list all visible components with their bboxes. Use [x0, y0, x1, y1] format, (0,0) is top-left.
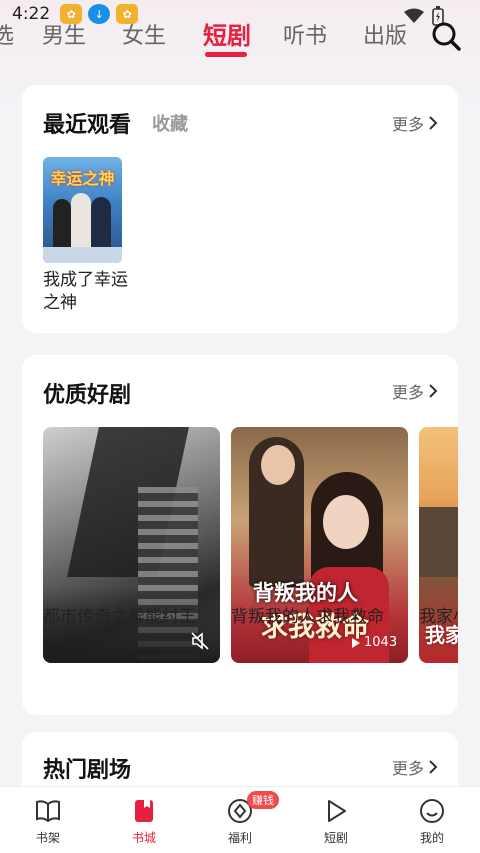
tab-published[interactable]: 出版	[363, 18, 407, 50]
drama-poster-3[interactable]: 我家	[419, 427, 458, 663]
mute-icon[interactable]	[191, 632, 209, 650]
chevron-right-icon	[429, 116, 438, 130]
play-icon	[352, 637, 360, 648]
more-label: 更多	[391, 115, 424, 134]
drama-poster-1[interactable]	[43, 427, 220, 663]
play-icon	[328, 800, 346, 822]
recent-drama-title[interactable]: 我成了幸运之神	[43, 269, 133, 315]
tab-female[interactable]: 女生	[122, 18, 166, 50]
more-label: 更多	[391, 383, 424, 402]
nav-bookshelf[interactable]: 书架	[18, 797, 78, 846]
hot-more-link[interactable]: 更多	[392, 755, 438, 779]
cover-title-art: 幸运之神	[50, 169, 115, 188]
quality-dramas-card: 优质好剧 更多 都市传奇之异能纣王 背叛我的人 求我救命 1043 背叛我的人求…	[22, 355, 458, 715]
tab-audiobook[interactable]: 听书	[283, 18, 327, 50]
bookstore-icon	[135, 800, 153, 822]
nav-label: 我的	[419, 831, 444, 845]
earn-money-badge: 赚钱	[247, 791, 279, 809]
tab-featured[interactable]: 选	[0, 18, 14, 50]
drama-title-2[interactable]: 背叛我的人求我救命	[231, 602, 384, 627]
drama-title-3[interactable]: 我家小	[419, 602, 458, 627]
nav-label: 福利	[227, 831, 252, 845]
nav-label: 书架	[35, 831, 60, 845]
active-tab-indicator	[205, 52, 247, 57]
play-count-value: 1043	[364, 635, 398, 650]
chevron-right-icon	[429, 384, 438, 398]
nav-short-drama[interactable]: 短剧	[306, 797, 366, 846]
nav-label: 书城	[131, 831, 156, 845]
recent-title: 最近观看	[43, 113, 132, 138]
recent-more-link[interactable]: 更多	[392, 111, 438, 135]
favorites-tab[interactable]: 收藏	[152, 110, 188, 136]
hot-title: 热门剧场	[43, 758, 132, 783]
tab-short-drama[interactable]: 短剧	[203, 16, 251, 51]
nav-profile[interactable]: 我的	[402, 797, 462, 846]
smiley-icon	[420, 799, 444, 823]
tab-male[interactable]: 男生	[42, 18, 86, 50]
book-open-icon	[36, 800, 60, 823]
recent-drama-cover[interactable]: 幸运之神	[43, 157, 122, 263]
search-icon[interactable]	[430, 20, 462, 52]
more-label: 更多	[391, 759, 424, 778]
nav-label: 短剧	[323, 831, 348, 845]
play-count: 1043	[351, 635, 397, 650]
drama-poster-2[interactable]: 背叛我的人 求我救命 1043	[231, 427, 408, 663]
drama-title-1[interactable]: 都市传奇之异能纣王	[43, 602, 196, 627]
bottom-navigation: 书架 书城 福利 短剧 我的	[0, 786, 480, 853]
nav-bookstore[interactable]: 书城	[114, 797, 174, 846]
quality-title: 优质好剧	[43, 383, 132, 408]
quality-more-link[interactable]: 更多	[392, 379, 438, 403]
recent-watched-card: 最近观看 收藏 更多 幸运之神 我成了幸运之神	[22, 85, 458, 333]
chevron-right-icon	[429, 760, 438, 774]
